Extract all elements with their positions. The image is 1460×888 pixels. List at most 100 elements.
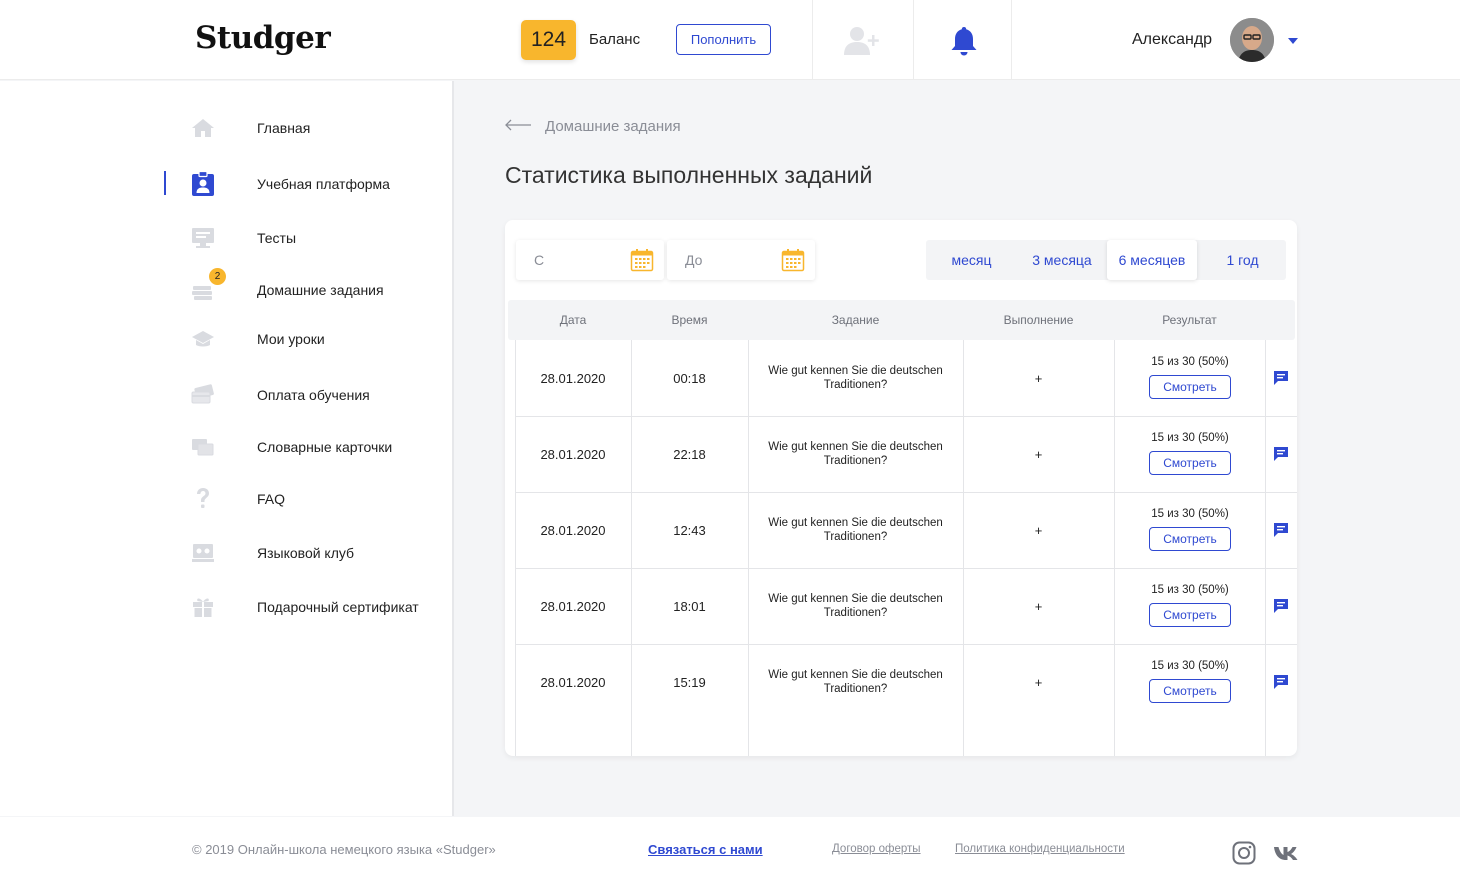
chevron-down-icon[interactable] (1288, 38, 1298, 44)
sidebar-item-label: Домашние задания (257, 282, 384, 298)
gift-icon (191, 595, 215, 619)
cell-date: 28.01.2020 (540, 674, 606, 690)
sidebar-item-home[interactable]: Главная (0, 108, 454, 148)
back-arrow-icon[interactable] (504, 118, 532, 132)
sidebar-item-learning-platform[interactable]: Учебная платформа (0, 164, 454, 204)
date-from-placeholder: С (534, 252, 545, 268)
cell-time: 12:43 (673, 522, 706, 538)
add-user-icon[interactable] (842, 24, 882, 58)
cell-result: 15 из 30 (50%) (1151, 584, 1229, 596)
period-6-months[interactable]: 6 месяцев (1107, 240, 1197, 280)
copyright: © 2019 Онлайн-школа немецкого языка «Stu… (192, 842, 496, 857)
instagram-icon[interactable] (1231, 840, 1257, 866)
view-result-button[interactable]: Смотреть (1149, 603, 1231, 627)
cell-completion: + (1034, 674, 1043, 690)
period-selector: месяц 3 месяца 6 месяцев 1 год (926, 240, 1286, 280)
home-icon (191, 116, 215, 140)
column-header-date[interactable]: Дата (515, 300, 631, 340)
cell-date: 28.01.2020 (540, 522, 606, 538)
sidebar: Главная Учебная платформа Тесты 2 Домашн… (0, 81, 454, 816)
sidebar-item-label: Языковой клуб (257, 545, 355, 561)
sidebar-item-label: Словарные карточки (257, 439, 393, 455)
bell-icon[interactable] (944, 24, 984, 58)
clipboard-user-icon (191, 171, 215, 196)
sidebar-item-language-club[interactable]: Языковой клуб (0, 533, 454, 573)
calendar-icon[interactable] (630, 248, 654, 277)
monitor-icon (191, 226, 215, 250)
contact-link[interactable]: Связаться с нами (648, 842, 763, 857)
header-divider (1011, 0, 1012, 80)
cell-task: Wie gut kennen Sie die deutschen Traditi… (768, 669, 943, 695)
homework-count-badge: 2 (209, 268, 226, 285)
language-club-icon (191, 541, 215, 565)
cell-result: 15 из 30 (50%) (1151, 660, 1229, 672)
sidebar-item-label: Оплата обучения (257, 387, 370, 403)
sidebar-item-homework[interactable]: 2 Домашние задания (0, 268, 454, 310)
period-3-months[interactable]: 3 месяца (1017, 240, 1107, 280)
comment-icon[interactable] (1273, 598, 1289, 614)
period-month[interactable]: месяц (926, 240, 1017, 280)
cell-task: Wie gut kennen Sie die deutschen Traditi… (768, 593, 943, 619)
table-header: Дата Время Задание Выполнение Результат (508, 300, 1295, 340)
table-grid-line (1114, 340, 1115, 756)
comment-icon[interactable] (1273, 446, 1289, 462)
privacy-link[interactable]: Политика конфиденциальности (955, 843, 1125, 855)
comment-icon[interactable] (1273, 370, 1289, 386)
sidebar-item-label: Мои уроки (257, 331, 325, 347)
view-result-button[interactable]: Смотреть (1149, 679, 1231, 703)
cell-result: 15 из 30 (50%) (1151, 356, 1229, 368)
sidebar-item-label: Подарочный сертификат (257, 599, 419, 615)
cell-date: 28.01.2020 (540, 446, 606, 462)
header-divider (913, 0, 914, 80)
date-from-field[interactable]: С (516, 240, 664, 280)
sidebar-item-payment[interactable]: Оплата обучения (0, 375, 454, 415)
sidebar-item-label: Тесты (257, 230, 297, 246)
table-grid-line (1265, 340, 1266, 756)
vk-icon[interactable] (1273, 840, 1299, 866)
cell-task: Wie gut kennen Sie die deutschen Traditi… (768, 365, 943, 391)
cell-time: 00:18 (673, 370, 706, 386)
sidebar-item-my-lessons[interactable]: Мои уроки (0, 319, 454, 359)
cell-time: 22:18 (673, 446, 706, 462)
avatar[interactable] (1230, 18, 1274, 62)
header-divider (812, 0, 813, 80)
view-result-button[interactable]: Смотреть (1149, 375, 1231, 399)
column-header-completion[interactable]: Выполнение (963, 300, 1114, 340)
comment-icon[interactable] (1273, 674, 1289, 690)
sidebar-item-label: Главная (257, 120, 311, 136)
offer-link[interactable]: Договор оферты (832, 843, 921, 855)
cell-completion: + (1034, 522, 1043, 538)
cell-time: 18:01 (673, 598, 706, 614)
cell-completion: + (1034, 598, 1043, 614)
cell-time: 15:19 (673, 674, 706, 690)
view-result-button[interactable]: Смотреть (1149, 527, 1231, 551)
topup-button[interactable]: Пополнить (676, 24, 771, 55)
breadcrumb[interactable]: Домашние задания (545, 118, 681, 135)
active-indicator (164, 171, 166, 195)
cell-result: 15 из 30 (50%) (1151, 432, 1229, 444)
cell-date: 28.01.2020 (540, 598, 606, 614)
comment-icon[interactable] (1273, 522, 1289, 538)
top-header: Studger 124 Баланс Пополнить Александр (0, 0, 1460, 80)
username[interactable]: Александр (1132, 31, 1212, 49)
period-1-year[interactable]: 1 год (1199, 240, 1286, 280)
view-result-button[interactable]: Смотреть (1149, 451, 1231, 475)
question-icon (191, 487, 215, 511)
sidebar-item-flashcards[interactable]: Словарные карточки (0, 427, 454, 467)
column-header-task[interactable]: Задание (748, 300, 963, 340)
calendar-icon[interactable] (781, 248, 805, 277)
column-header-result[interactable]: Результат (1114, 300, 1265, 340)
logo[interactable]: Studger (195, 20, 331, 56)
cell-completion: + (1034, 446, 1043, 462)
date-to-field[interactable]: До (667, 240, 815, 280)
cell-date: 28.01.2020 (540, 370, 606, 386)
column-header-time[interactable]: Время (631, 300, 748, 340)
sidebar-item-faq[interactable]: FAQ (0, 479, 454, 519)
sidebar-item-gift-certificate[interactable]: Подарочный сертификат (0, 587, 454, 627)
cards-icon (191, 383, 215, 407)
date-to-placeholder: До (685, 252, 703, 268)
cell-result: 15 из 30 (50%) (1151, 508, 1229, 520)
graduation-cap-icon (191, 327, 215, 351)
sidebar-item-tests[interactable]: Тесты (0, 218, 454, 258)
balance-value: 124 (521, 20, 576, 60)
